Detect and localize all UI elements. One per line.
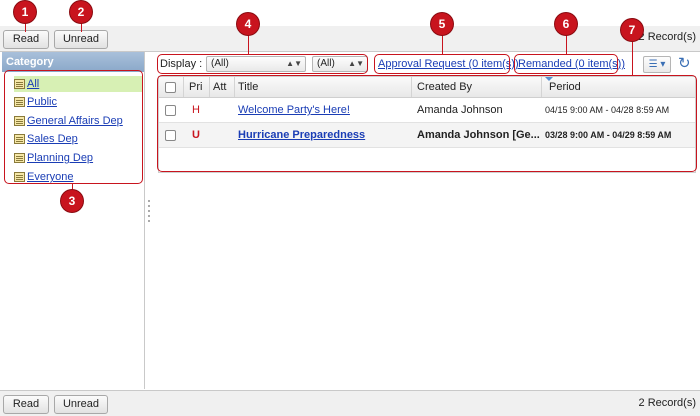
annotation-box-approval	[374, 54, 510, 74]
callout-7: 7	[621, 19, 643, 41]
bottom-toolbar: Read Unread 2 Record(s)	[0, 390, 700, 416]
callout-2: 2	[70, 1, 92, 23]
callout-4: 4	[237, 13, 259, 35]
read-button-bottom[interactable]: Read	[3, 395, 49, 414]
panel-splitter-handle[interactable]	[147, 200, 151, 230]
unread-button-bottom[interactable]: Unread	[54, 395, 108, 414]
top-toolbar: Read Unread 2 Record(s)	[0, 26, 700, 52]
callout-6: 6	[555, 13, 577, 35]
refresh-icon[interactable]: ↻	[678, 54, 691, 72]
callout-1: 1	[14, 1, 36, 23]
annotation-box-table	[157, 75, 697, 172]
annotation-box-categories	[4, 70, 143, 184]
callout-3: 3	[61, 190, 83, 212]
record-count-bottom: 2 Record(s)	[638, 397, 696, 409]
read-button[interactable]: Read	[3, 30, 49, 49]
category-header: Category	[2, 52, 144, 72]
record-count: 2 Record(s)	[638, 31, 696, 43]
view-options-button[interactable]: ☰ ▾	[643, 56, 671, 73]
callout-5: 5	[431, 13, 453, 35]
list-view-icon: ☰ ▾	[648, 59, 666, 70]
annotation-box-remanded	[514, 54, 618, 74]
annotation-box-display-filters	[157, 54, 368, 74]
unread-button[interactable]: Unread	[54, 30, 108, 49]
